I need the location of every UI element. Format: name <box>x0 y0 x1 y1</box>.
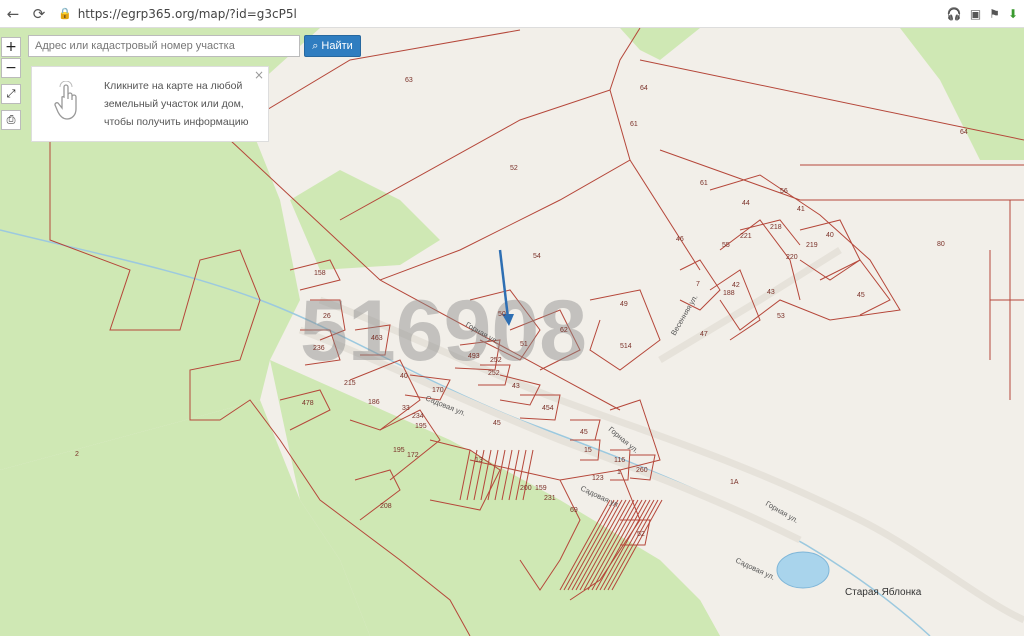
parcel-label[interactable]: 54 <box>533 253 541 260</box>
parcel-label[interactable]: 478 <box>302 400 314 407</box>
parcel-label[interactable]: 172 <box>407 452 419 459</box>
parcel-label[interactable]: 44 <box>742 200 750 207</box>
print-icon[interactable]: ⎙ <box>1 110 21 130</box>
parcel-label[interactable]: 188 <box>723 290 735 297</box>
parcel-label[interactable]: 45 <box>580 429 588 436</box>
parcel-label[interactable]: 50 <box>498 311 506 318</box>
address-bar[interactable]: 🔒 https://egrp365.org/map/?id=g3cP5l <box>58 7 297 21</box>
zoom-out-button[interactable]: − <box>1 58 21 78</box>
back-icon[interactable]: ← <box>0 0 26 27</box>
parcel-label[interactable]: 62 <box>560 327 568 334</box>
parcel-label[interactable]: 49 <box>620 301 628 308</box>
parcel-label[interactable]: 514 <box>620 343 632 350</box>
browser-toolbar: ← ⟳ 🔒 https://egrp365.org/map/?id=g3cP5l… <box>0 0 1024 28</box>
parcel-label[interactable]: 195 <box>393 447 405 454</box>
street-label: Садовая ул. <box>579 484 621 510</box>
parcel-label[interactable]: 61 <box>630 121 638 128</box>
parcel-label[interactable]: 170 <box>432 387 444 394</box>
parcel-label[interactable]: 40 <box>826 232 834 239</box>
close-icon[interactable]: × <box>254 68 264 82</box>
parcel-label[interactable]: 43 <box>512 383 520 390</box>
street-label: Садовая ул. <box>734 556 776 582</box>
parcel-label[interactable]: 7 <box>696 281 700 288</box>
measure-icon[interactable]: ⤢ <box>1 84 21 104</box>
extension-icon[interactable]: ▣ <box>970 7 981 21</box>
info-popup: Кликните на карте на любой земельный уча… <box>31 66 269 142</box>
parcel-label[interactable]: 52 <box>510 165 518 172</box>
parcel-label[interactable]: 45 <box>493 420 501 427</box>
parcel-label[interactable]: 220 <box>786 254 798 261</box>
parcel-label[interactable]: 215 <box>344 380 356 387</box>
parcel-label[interactable]: 61 <box>700 180 708 187</box>
parcel-label[interactable]: 53 <box>777 313 785 320</box>
parcel-label[interactable]: 195 <box>415 423 427 430</box>
search-button[interactable]: ⌕ Найти <box>304 35 361 57</box>
parcel-label[interactable]: 33 <box>402 405 410 412</box>
parcel-label[interactable]: 13 <box>475 457 483 464</box>
parcel-label[interactable]: 218 <box>770 224 782 231</box>
download-icon[interactable]: ⬇ <box>1008 7 1018 21</box>
parcel-label[interactable]: 116 <box>614 457 625 464</box>
street-label: Горная ул. <box>764 499 800 525</box>
reload-icon[interactable]: ⟳ <box>26 0 52 27</box>
parcel-label[interactable]: 123 <box>592 475 604 482</box>
bookmark-icon[interactable]: ⚑ <box>989 7 1000 21</box>
parcel-label[interactable]: 26 <box>323 313 331 320</box>
parcel-label[interactable]: 43 <box>767 289 775 296</box>
watermark: 516908 <box>300 283 587 379</box>
parcel-label[interactable]: 493 <box>468 353 480 360</box>
parcel-label[interactable]: 463 <box>371 335 383 342</box>
parcel-label[interactable]: 2 <box>75 451 79 458</box>
search-input[interactable]: Адрес или кадастровый номер участка <box>28 35 300 57</box>
parcel-label[interactable]: 51 <box>520 341 528 348</box>
parcel-label[interactable]: 231 <box>544 495 556 502</box>
parcel-label[interactable]: 45 <box>857 292 865 299</box>
parcel-label[interactable]: 186 <box>368 399 380 406</box>
info-text: Кликните на карте на любой земельный уча… <box>104 80 249 128</box>
parcel-label[interactable]: 46 <box>676 236 684 243</box>
url-text: https://egrp365.org/map/?id=g3cP5l <box>77 6 297 21</box>
parcel-label[interactable]: 80 <box>937 241 945 248</box>
parcel-label[interactable]: 40 <box>400 373 408 380</box>
search-button-label: Найти <box>321 40 353 52</box>
parcel-label[interactable]: 64 <box>960 129 968 136</box>
parcel-label[interactable]: 159 <box>535 485 547 492</box>
parcel-label[interactable]: 219 <box>806 242 818 249</box>
zoom-in-button[interactable]: + <box>1 37 21 57</box>
parcel-label[interactable]: 234 <box>412 413 424 420</box>
parcel-label[interactable]: 252 <box>490 357 502 364</box>
headphones-icon[interactable]: 🎧 <box>947 7 962 21</box>
parcel-label[interactable]: 1 <box>617 469 621 476</box>
place-label: Старая Яблонка <box>845 586 922 598</box>
parcel-label[interactable]: 158 <box>314 270 326 277</box>
street-label: Весенняя ул. <box>669 293 700 337</box>
lock-icon: 🔒 <box>58 7 72 20</box>
parcel-label[interactable]: 1A <box>730 479 739 486</box>
search-icon: ⌕ <box>312 40 319 52</box>
parcel-label[interactable]: 47 <box>700 331 708 338</box>
parcel-label[interactable]: 55 <box>722 242 730 249</box>
parcel-label[interactable]: 56 <box>780 188 788 195</box>
parcel-label[interactable]: 200 <box>520 485 532 492</box>
parcel-label[interactable]: 252 <box>488 370 500 377</box>
parcel-label[interactable]: 260 <box>636 467 648 474</box>
parcel-label[interactable]: 52 <box>637 531 645 538</box>
parcel-label[interactable]: 63 <box>405 77 413 84</box>
parcel-label[interactable]: 42 <box>732 282 740 289</box>
parcel-label[interactable]: 221 <box>740 233 752 240</box>
parcel-label[interactable]: 41 <box>797 206 805 213</box>
parcel-label[interactable]: 64 <box>640 85 648 92</box>
parcel-label[interactable]: 236 <box>313 345 325 352</box>
lake <box>776 551 830 589</box>
parcel-label[interactable]: 208 <box>380 503 392 510</box>
parcel-label[interactable]: 15 <box>584 447 592 454</box>
parcel-label[interactable]: 454 <box>542 405 554 412</box>
parcel-label[interactable]: 69 <box>570 507 578 514</box>
hand-pointer-icon <box>54 81 77 120</box>
